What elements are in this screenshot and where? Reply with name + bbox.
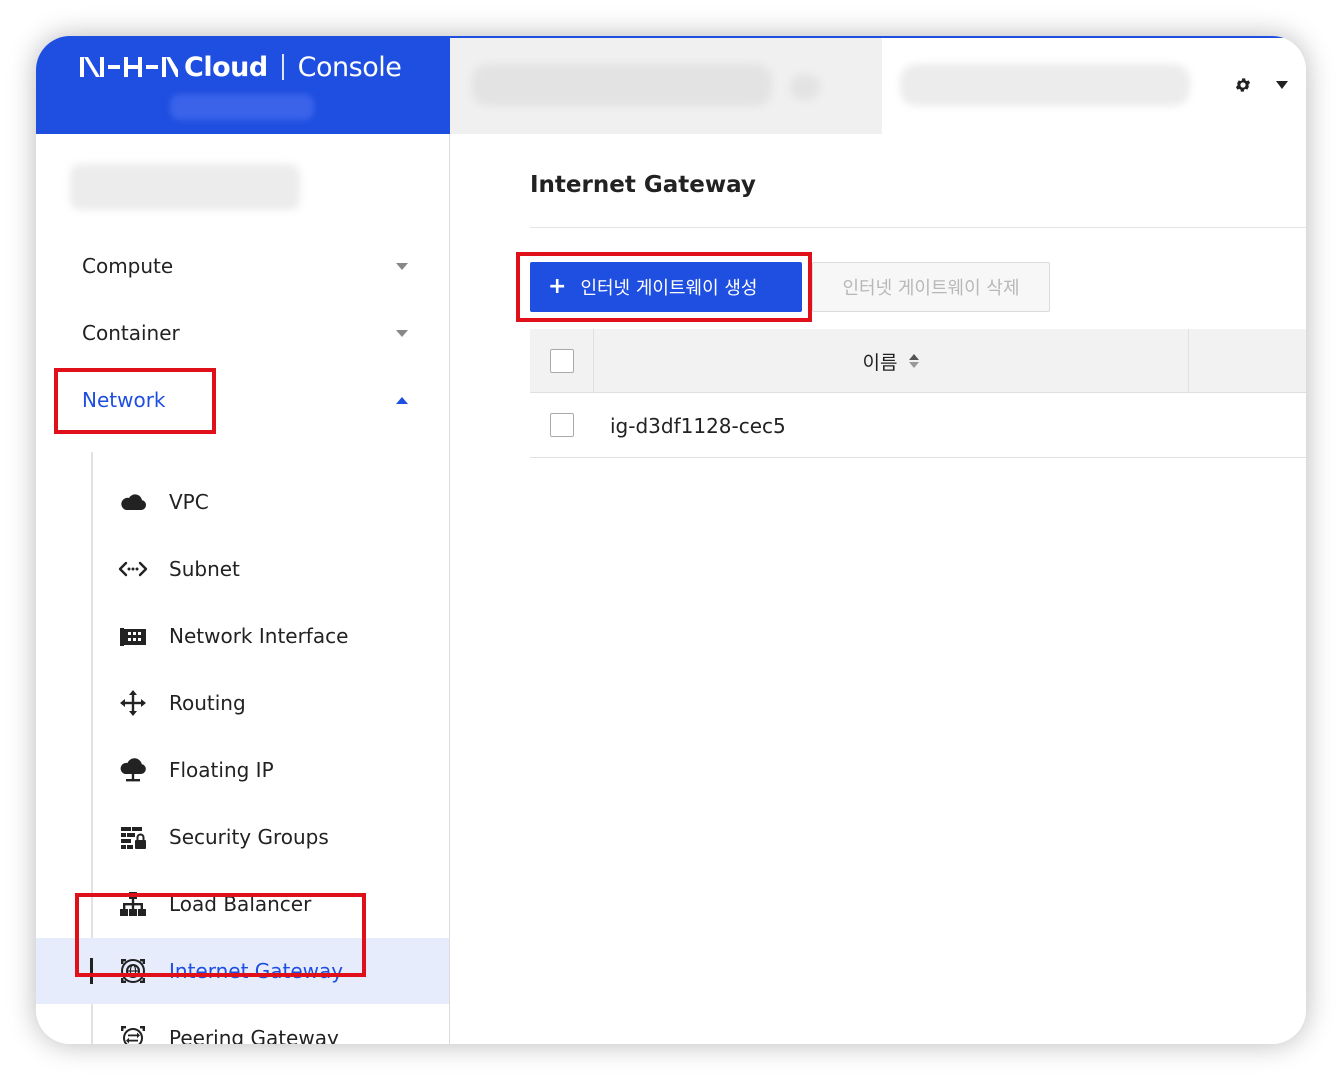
sidebar-item-internet-gateway[interactable]: Internet Gateway <box>36 938 449 1004</box>
chevron-down-icon[interactable] <box>1276 81 1288 89</box>
sidebar: Compute Container Network VPC Subnet Net… <box>36 134 450 1044</box>
sidebar-item-label: Security Groups <box>169 825 329 849</box>
row-checkbox[interactable] <box>550 413 574 437</box>
category-label: Network <box>82 388 166 412</box>
console-window: Cloud Console Compute Container Network … <box>36 36 1306 1044</box>
gear-icon[interactable] <box>1234 76 1252 94</box>
logo-console-text: Console <box>297 51 402 83</box>
plus-icon: + <box>548 274 567 299</box>
sidebar-item-floating-ip[interactable]: Floating IP <box>36 737 449 803</box>
title-divider <box>530 227 1306 228</box>
breadcrumb-area <box>450 38 882 136</box>
page-title: Internet Gateway <box>530 172 756 198</box>
routing-arrows-icon <box>118 688 148 718</box>
sidebar-item-label: Internet Gateway <box>169 959 344 983</box>
sidebar-item-label: Network Interface <box>169 624 349 648</box>
cloud-icon <box>118 487 148 517</box>
column-header-name[interactable]: 이름 <box>594 329 1189 393</box>
logo-divider <box>281 54 284 80</box>
selected-indicator <box>90 958 93 984</box>
sidebar-item-label: Floating IP <box>169 758 274 782</box>
region-selector-redacted[interactable] <box>900 64 1190 106</box>
create-internet-gateway-button[interactable]: + 인터넷 게이트웨이 생성 <box>530 262 802 312</box>
internet-gateway-icon <box>118 956 148 986</box>
chevron-down-icon <box>396 262 408 270</box>
category-label: Compute <box>82 254 174 278</box>
sidebar-item-label: VPC <box>169 490 209 514</box>
top-bar <box>450 36 1306 136</box>
settings-menu[interactable] <box>1234 76 1288 94</box>
select-all-checkbox[interactable] <box>550 349 574 373</box>
sidebar-category-container[interactable]: Container <box>82 313 412 353</box>
network-card-icon <box>118 621 148 651</box>
table-row[interactable]: ig-d3df1128-cec5 <box>530 393 1306 458</box>
column-label: 이름 <box>862 351 898 374</box>
sidebar-item-routing[interactable]: Routing <box>36 670 449 736</box>
nhn-logo-mark <box>80 57 178 77</box>
floating-ip-cloud-icon <box>118 755 148 785</box>
chevron-down-icon <box>396 329 408 337</box>
brand-header: Cloud Console <box>36 36 450 134</box>
header-checkbox-cell <box>530 329 594 393</box>
sidebar-item-vpc[interactable]: VPC <box>36 469 449 535</box>
nhn-cloud-logo[interactable]: Cloud Console <box>78 50 402 84</box>
firewall-lock-icon <box>118 822 148 852</box>
sidebar-item-peering-gateway[interactable]: Peering Gateway <box>36 1005 449 1044</box>
logo-cloud-text: Cloud <box>184 51 268 83</box>
peering-gateway-icon <box>118 1023 148 1044</box>
main-content: Internet Gateway + 인터넷 게이트웨이 생성 인터넷 게이트웨… <box>450 134 1306 1044</box>
sort-icon[interactable] <box>909 354 920 368</box>
chevron-up-icon <box>396 396 408 404</box>
subnet-arrows-icon <box>118 554 148 584</box>
gateway-table: 이름 ig-d3df1128-cec5 <box>530 329 1306 458</box>
sidebar-item-network-interface[interactable]: Network Interface <box>36 603 449 669</box>
sidebar-item-security-groups[interactable]: Security Groups <box>36 804 449 870</box>
organization-selector-redacted[interactable] <box>170 94 314 120</box>
sidebar-item-subnet[interactable]: Subnet <box>36 536 449 602</box>
sitemap-icon <box>118 889 148 919</box>
sidebar-item-label: Load Balancer <box>169 892 312 916</box>
sidebar-category-compute[interactable]: Compute <box>82 246 412 286</box>
table-header: 이름 <box>530 329 1306 393</box>
sidebar-item-load-balancer[interactable]: Load Balancer <box>36 871 449 937</box>
project-name-redacted[interactable] <box>70 164 300 210</box>
sidebar-category-network[interactable]: Network <box>82 380 412 420</box>
sidebar-item-label: Subnet <box>169 557 240 581</box>
category-label: Container <box>82 321 180 345</box>
cell-gateway-name: ig-d3df1128-cec5 <box>610 413 786 438</box>
button-label: 인터넷 게이트웨이 생성 <box>580 278 758 299</box>
delete-internet-gateway-button[interactable]: 인터넷 게이트웨이 삭제 <box>812 262 1050 312</box>
sidebar-item-label: Routing <box>169 691 246 715</box>
breadcrumb-chevron-redacted <box>790 74 820 100</box>
sidebar-item-label: Peering Gateway <box>169 1026 339 1044</box>
project-breadcrumb-redacted[interactable] <box>472 64 772 106</box>
